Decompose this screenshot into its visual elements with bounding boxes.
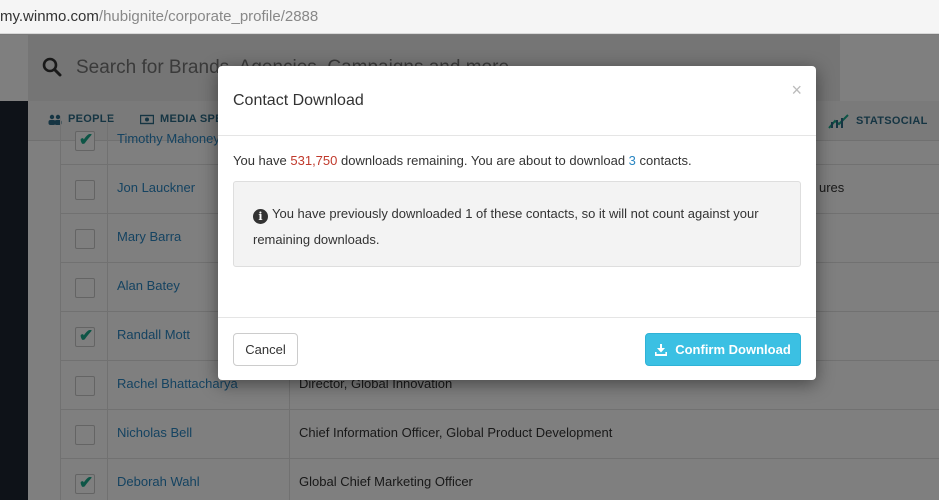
summary-prefix: You have bbox=[233, 153, 287, 168]
confirm-download-button[interactable]: Confirm Download bbox=[645, 333, 801, 366]
close-icon[interactable]: × bbox=[791, 80, 802, 101]
modal-footer: Cancel Confirm Download bbox=[218, 317, 816, 380]
summary-middle: downloads remaining. You are about to do… bbox=[341, 153, 626, 168]
modal-title: Contact Download bbox=[233, 92, 364, 109]
notice-text: You have previously downloaded 1 of thes… bbox=[253, 206, 759, 247]
info-icon: i bbox=[253, 209, 268, 224]
modal-body: You have 531,750 downloads remaining. Yo… bbox=[218, 136, 816, 317]
confirm-download-label: Confirm Download bbox=[675, 342, 791, 357]
remaining-count: 531,750 bbox=[290, 153, 338, 168]
notice-text-block: i You have previously downloaded 1 of the… bbox=[253, 201, 783, 253]
previous-download-notice: i You have previously downloaded 1 of the… bbox=[233, 181, 801, 267]
url-domain: my.winmo.com bbox=[0, 8, 99, 25]
browser-url-bar[interactable]: my.winmo.com/hubignite/corporate_profile… bbox=[0, 0, 939, 34]
summary-suffix: contacts. bbox=[639, 153, 692, 168]
download-summary: You have 531,750 downloads remaining. Yo… bbox=[233, 153, 692, 168]
cancel-button[interactable]: Cancel bbox=[233, 333, 298, 366]
download-count: 3 bbox=[628, 153, 636, 168]
download-icon bbox=[655, 343, 668, 356]
url-path: /hubignite/corporate_profile/2888 bbox=[98, 8, 319, 25]
url-text[interactable]: my.winmo.com/hubignite/corporate_profile… bbox=[0, 8, 318, 25]
contact-download-modal: Contact Download × You have 531,750 down… bbox=[218, 66, 816, 380]
modal-header: Contact Download × bbox=[218, 66, 816, 136]
